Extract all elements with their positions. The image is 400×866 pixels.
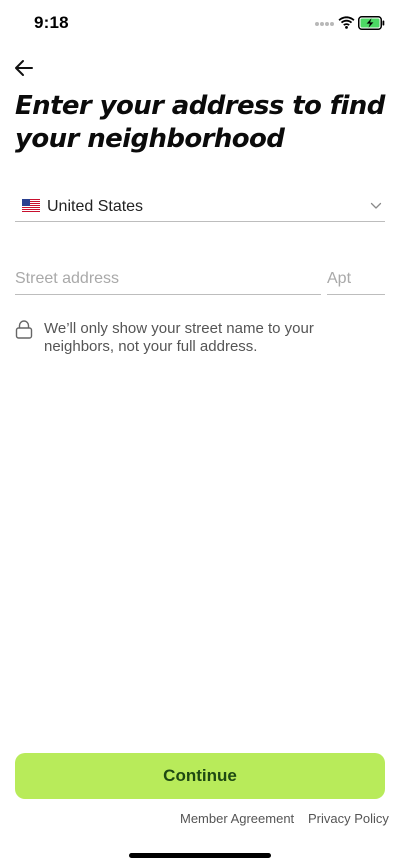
street-address-input[interactable] [15,264,321,295]
privacy-note: We’ll only show your street name to your… [44,320,314,355]
wifi-icon [338,16,355,29]
lock-icon [15,320,33,339]
chevron-down-icon [370,202,382,209]
status-time: 9:18 [34,13,69,32]
back-arrow-icon[interactable] [12,56,36,80]
privacy-policy-link[interactable]: Privacy Policy [308,811,389,826]
battery-charging-icon [358,16,385,30]
country-select[interactable]: United States [15,193,385,222]
apt-input[interactable] [327,264,385,295]
status-bar: 9:18 [0,0,400,48]
country-value: United States [47,198,144,215]
page-title: Enter your address to find your neighbor… [15,91,385,154]
us-flag-icon [22,199,40,212]
continue-button[interactable]: Continue [15,753,385,799]
cellular-signal-icon [315,22,335,28]
member-agreement-link[interactable]: Member Agreement [180,811,294,826]
home-indicator [129,853,271,858]
